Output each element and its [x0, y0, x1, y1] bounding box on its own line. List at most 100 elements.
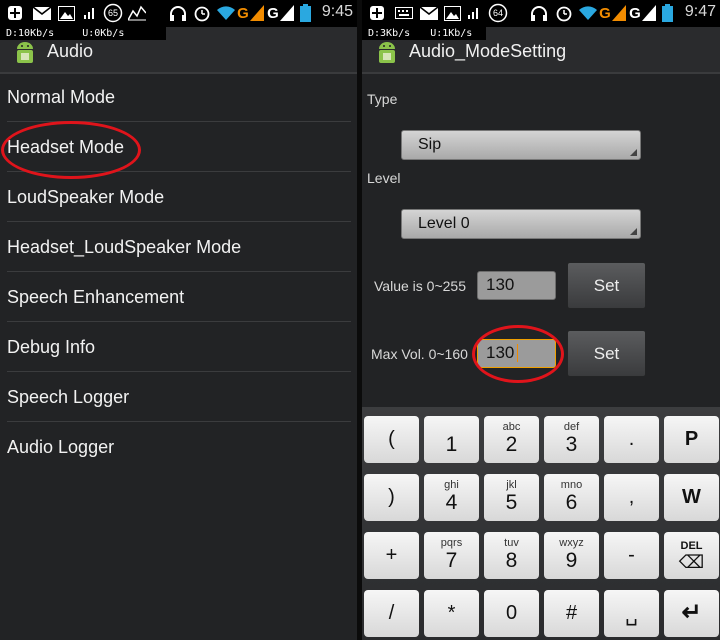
- key-close-paren[interactable]: ): [364, 474, 419, 521]
- key-5[interactable]: jkl 5: [484, 474, 539, 521]
- key-2[interactable]: abc 2: [484, 416, 539, 463]
- key-3[interactable]: def 3: [544, 416, 599, 463]
- image-icon: [57, 4, 75, 22]
- battery-icon: [299, 4, 311, 22]
- key-label: 7: [445, 549, 458, 572]
- audio-screen: 65 G G 9:45 D:10Kb/s U:0Kb/s Audio Norma…: [0, 0, 357, 640]
- key-label: 0: [505, 602, 518, 624]
- menu-item-debug-info[interactable]: Debug Info: [7, 322, 351, 372]
- key-0[interactable]: 0: [484, 590, 539, 637]
- signal-white-icon: [280, 4, 294, 22]
- dropdown-arrow-icon: [630, 228, 637, 235]
- key-label: 4: [445, 491, 458, 514]
- key-4[interactable]: ghi 4: [424, 474, 479, 521]
- menu-item-speech-enhancement[interactable]: Speech Enhancement: [7, 272, 351, 322]
- image-icon: [443, 4, 461, 22]
- value-input[interactable]: 130: [477, 271, 556, 300]
- clock: 9:45: [321, 3, 353, 20]
- text-cursor: [517, 344, 518, 362]
- key-slash[interactable]: /: [364, 590, 419, 637]
- key-label: -: [628, 544, 635, 566]
- add-notification-icon: [6, 4, 24, 22]
- carrier-g2-icon: G: [629, 4, 641, 22]
- menu-item-headset-loudspeaker-mode[interactable]: Headset_LoudSpeaker Mode: [7, 222, 351, 272]
- key-space[interactable]: ␣: [604, 590, 659, 637]
- key-sub-label: def: [563, 421, 580, 433]
- screen-title: Audio_ModeSetting: [409, 41, 567, 61]
- key-label: 5: [505, 491, 518, 514]
- menu-item-loudspeaker-mode[interactable]: LoudSpeaker Mode: [7, 172, 351, 222]
- key-comma[interactable]: ,: [604, 474, 659, 521]
- type-spinner[interactable]: Sip: [401, 130, 641, 160]
- menu-item-label: Speech Enhancement: [7, 287, 185, 307]
- key-sub-label: abc: [502, 421, 521, 433]
- key-label: P: [684, 428, 699, 450]
- key-label: ,: [628, 486, 635, 508]
- menu-item-speech-logger[interactable]: Speech Logger: [7, 372, 351, 422]
- set-max-vol-button[interactable]: Set: [567, 330, 646, 377]
- chart-icon: [128, 4, 146, 22]
- audio-mode-setting-screen: 64 G G 9:47 D:3Kb/s U:1Kb/s Audio_ModeSe…: [362, 0, 720, 640]
- key-1[interactable]: 1: [424, 416, 479, 463]
- key-open-paren[interactable]: (: [364, 416, 419, 463]
- key-period[interactable]: .: [604, 416, 659, 463]
- key-label: *: [447, 602, 456, 624]
- battery-icon: [661, 4, 673, 22]
- key-asterisk[interactable]: *: [424, 590, 479, 637]
- key-label: (: [388, 428, 395, 450]
- net-down: D:10Kb/s: [6, 28, 55, 39]
- numeric-keyboard: ( 1 abc 2 def 3 . P ) ghi 4 jkl 5 mno 6 , W +…: [362, 407, 720, 640]
- menu-item-normal-mode[interactable]: Normal Mode: [7, 72, 351, 122]
- key-p[interactable]: P: [664, 416, 719, 463]
- key-enter[interactable]: ↵: [664, 590, 719, 637]
- carrier-g2-icon: G: [267, 4, 279, 22]
- key-label: .: [628, 428, 635, 450]
- action-bar: D:3Kb/s U:1Kb/s Audio_ModeSetting: [362, 27, 720, 74]
- email-icon: [32, 4, 52, 22]
- menu-item-headset-mode[interactable]: Headset Mode: [7, 122, 351, 172]
- key-sub-label: wxyz: [559, 537, 584, 549]
- key-label: 2: [505, 433, 518, 456]
- level-label: Level: [367, 170, 401, 186]
- max-vol-input-text: 130: [486, 343, 515, 362]
- menu-item-label: LoudSpeaker Mode: [7, 187, 165, 207]
- menu-item-label: Normal Mode: [7, 87, 116, 107]
- signal-white-icon: [642, 4, 656, 22]
- key-delete[interactable]: DEL ⌫: [664, 532, 719, 579]
- key-label: ): [388, 486, 395, 508]
- key-sub-label: mno: [560, 479, 583, 491]
- key-sub-label: DEL: [680, 540, 703, 552]
- android-app-icon: [13, 41, 37, 65]
- alarm-icon: [193, 4, 211, 22]
- key-7[interactable]: pqrs 7: [424, 532, 479, 579]
- key-minus[interactable]: -: [604, 532, 659, 579]
- key-sub-label: ghi: [444, 479, 459, 491]
- key-8[interactable]: tuv 8: [484, 532, 539, 579]
- key-plus[interactable]: +: [364, 532, 419, 579]
- wifi-icon: [216, 4, 236, 22]
- menu-item-audio-logger[interactable]: Audio Logger: [7, 422, 351, 471]
- headphones-icon: [530, 4, 548, 22]
- key-label: 8: [505, 549, 518, 572]
- key-6[interactable]: mno 6: [544, 474, 599, 521]
- signal-orange-icon: [250, 4, 264, 22]
- badge-count: 65: [107, 8, 118, 18]
- backspace-icon: ⌫: [678, 552, 705, 572]
- key-9[interactable]: wxyz 9: [544, 532, 599, 579]
- headphones-icon: [169, 4, 187, 22]
- key-sub-label: jkl: [506, 479, 517, 491]
- mode-list: Normal Mode Headset Mode LoudSpeaker Mod…: [0, 72, 357, 471]
- status-bar: 64 G G 9:47: [362, 0, 720, 27]
- key-label: 3: [565, 433, 578, 456]
- set-value-button[interactable]: Set: [567, 262, 646, 309]
- level-spinner[interactable]: Level 0: [401, 209, 641, 239]
- max-vol-input[interactable]: 130: [477, 339, 556, 368]
- net-up: U:0Kb/s: [82, 28, 125, 39]
- menu-item-label: Debug Info: [7, 337, 96, 357]
- key-w[interactable]: W: [664, 474, 719, 521]
- key-hash[interactable]: #: [544, 590, 599, 637]
- wifi-icon: [578, 4, 598, 22]
- dropdown-arrow-icon: [630, 149, 637, 156]
- type-spinner-value: Sip: [418, 136, 442, 153]
- value-input-text: 130: [486, 275, 515, 294]
